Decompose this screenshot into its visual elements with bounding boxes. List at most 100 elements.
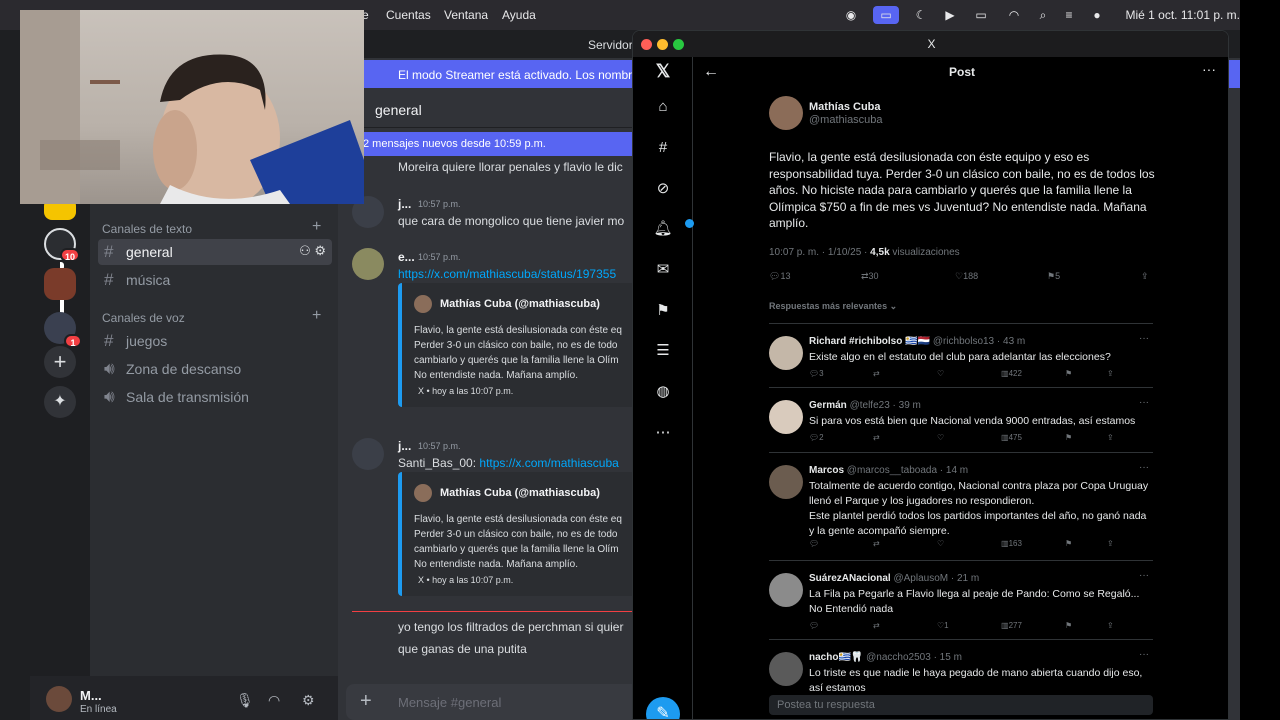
reply-author-name[interactable]: SuárezANacional (809, 573, 891, 584)
profile-icon[interactable]: ◍ (651, 380, 675, 404)
post-author-name[interactable]: Mathías Cuba (809, 101, 881, 113)
explore-icon[interactable]: # (651, 136, 675, 160)
share-icon[interactable]: ⇪ (1141, 271, 1149, 282)
like-button[interactable]: ♡ 188 (955, 271, 978, 282)
more-options-icon[interactable]: ··· (1139, 462, 1149, 473)
home-icon[interactable]: ⌂ (651, 95, 675, 119)
like-button[interactable]: ♡ (937, 369, 944, 378)
share-icon[interactable]: ⇪ (1107, 369, 1114, 378)
more-options-icon[interactable]: ··· (1139, 333, 1149, 344)
share-icon[interactable]: ⇪ (1107, 539, 1114, 548)
reply-button[interactable]: 💬︎ (809, 539, 819, 548)
more-options-icon[interactable]: ··· (1202, 61, 1216, 77)
moon-icon[interactable]: ☾ (912, 6, 930, 24)
like-button[interactable]: ♡ (937, 433, 944, 442)
channel-juegos[interactable]: # juegos (98, 328, 332, 354)
channel-sala-de-transmision[interactable]: 🔊︎ Sala de transmisión (98, 384, 332, 410)
microphone-icon[interactable]: 🎙︎ (236, 692, 254, 709)
avatar[interactable] (352, 248, 384, 280)
bookmark-button[interactable]: ⚑ (1065, 369, 1072, 378)
reply-button[interactable]: 💬︎ 3 (809, 369, 824, 378)
more-options-icon[interactable]: ··· (1139, 649, 1149, 660)
post-author-handle[interactable]: @mathiascuba (809, 114, 883, 126)
invite-settings-icons[interactable]: ⚇ ⚙ (299, 243, 326, 259)
reply-input[interactable]: Postea tu respuesta (769, 695, 1153, 715)
bookmarks-icon[interactable]: ⚑ (651, 299, 675, 323)
link-embed[interactable]: Mathías Cuba (@mathiascuba) Flavio, la g… (398, 283, 648, 407)
settings-icon[interactable]: ⚙ (302, 692, 315, 709)
more-options-icon[interactable]: ··· (1139, 570, 1149, 581)
add-channel-icon[interactable]: + (312, 218, 321, 236)
message-link[interactable]: https://x.com/mathiascuba (479, 456, 618, 470)
avatar[interactable] (352, 438, 384, 470)
more-options-icon[interactable]: ··· (1139, 397, 1149, 408)
add-voice-channel-icon[interactable]: + (312, 307, 321, 325)
message-composer[interactable]: + Mensaje #general (346, 684, 646, 720)
menu-window[interactable]: Ventana (444, 8, 488, 22)
display-icon[interactable]: ▭ (873, 6, 899, 24)
reply-button[interactable]: 💬︎ 2 (809, 433, 824, 442)
menu-help[interactable]: Ayuda (502, 8, 536, 22)
link-embed[interactable]: Mathías Cuba (@mathiascuba) Flavio, la g… (398, 472, 648, 596)
avatar[interactable] (769, 573, 803, 607)
bookmark-button[interactable]: ⚑ (1065, 539, 1072, 548)
headphones-icon[interactable]: ◠ (268, 692, 280, 709)
menu-clock[interactable]: Mié 1 oct. 11:01 p. m. (1126, 8, 1241, 22)
avatar[interactable] (769, 96, 803, 130)
avatar[interactable] (769, 465, 803, 499)
bookmark-button[interactable]: ⚑ (1065, 433, 1072, 442)
composer-placeholder[interactable]: Mensaje #general (398, 695, 501, 710)
server-icon-2[interactable]: 10 (44, 228, 80, 262)
reply-author-name[interactable]: Germán (809, 400, 847, 411)
server-icon-4[interactable]: 1 (44, 312, 82, 348)
search-icon[interactable]: ⌕ (1034, 6, 1052, 24)
repost-button[interactable]: ⇄ (873, 433, 880, 442)
reply-handle[interactable]: @marcos__taboada · 14 m (847, 465, 968, 476)
category-text-channels[interactable]: Canales de texto (102, 222, 192, 236)
like-button[interactable]: ♡ 1 (937, 621, 949, 630)
bookmark-button[interactable]: ⚑ (1065, 621, 1072, 630)
notifications-icon[interactable]: 🔔︎ (651, 217, 694, 241)
compose-post-icon[interactable]: ✎ (646, 697, 680, 719)
post-timestamp[interactable]: 10:07 p. m. · 1/10/25 · (769, 247, 870, 258)
attach-icon[interactable]: + (360, 690, 372, 713)
avatar[interactable] (769, 652, 803, 686)
embed-author[interactable]: Mathías Cuba (@mathiascuba) (440, 298, 600, 310)
message-author[interactable]: j... (398, 439, 411, 453)
add-server-icon[interactable]: + (44, 346, 76, 378)
bookmark-button[interactable]: ⚑ 5 (1047, 271, 1060, 282)
repost-button[interactable]: ⇄ (873, 369, 880, 378)
siri-icon[interactable]: ● (1088, 6, 1106, 24)
views-button[interactable]: ▥ 163 (1001, 539, 1022, 548)
menu-accounts[interactable]: Cuentas (386, 8, 431, 22)
play-icon[interactable]: ▶ (941, 6, 959, 24)
avatar[interactable] (46, 686, 72, 712)
reply-button[interactable]: 💬︎ (809, 621, 819, 630)
reply-author-name[interactable]: Marcos (809, 465, 844, 476)
x-logo-icon[interactable]: 𝕏 (651, 59, 675, 83)
screen-record-icon[interactable]: ◉ (842, 6, 860, 24)
message-author[interactable]: j... (398, 197, 411, 211)
category-voice-channels[interactable]: Canales de voz (102, 311, 185, 325)
share-icon[interactable]: ⇪ (1107, 433, 1114, 442)
reply-author-name[interactable]: Richard #richibolso 🇺🇾🇳🇱 (809, 336, 930, 347)
channel-musica[interactable]: # música (98, 267, 332, 293)
reply-author-name[interactable]: nacho🇺🇾🦷 (809, 652, 863, 663)
avatar[interactable] (769, 400, 803, 434)
discover-icon[interactable]: ✦ (44, 386, 76, 418)
message-link[interactable]: https://x.com/mathiascuba/status/197355 (398, 267, 616, 281)
lists-icon[interactable]: ☰ (651, 339, 675, 363)
more-icon[interactable]: ⋯ (651, 421, 675, 445)
channel-zona-de-descanso[interactable]: 🔊︎ Zona de descanso (98, 356, 332, 382)
battery-icon[interactable]: ▭ (970, 6, 992, 24)
server-icon-3[interactable] (44, 268, 76, 300)
messages-icon[interactable]: ✉ (651, 258, 675, 282)
views-button[interactable]: ▥ 475 (1001, 433, 1022, 442)
reply-handle[interactable]: @richbolso13 · 43 m (933, 336, 1025, 347)
channel-general[interactable]: # general ⚇ ⚙ (98, 239, 332, 265)
embed-author[interactable]: Mathías Cuba (@mathiascuba) (440, 487, 600, 499)
reply-handle[interactable]: @AplausoM · 21 m (893, 573, 979, 584)
control-center-icon[interactable]: ≡ (1060, 6, 1078, 24)
views-button[interactable]: ▥ 277 (1001, 621, 1022, 630)
repost-button[interactable]: ⇄ (873, 621, 880, 630)
